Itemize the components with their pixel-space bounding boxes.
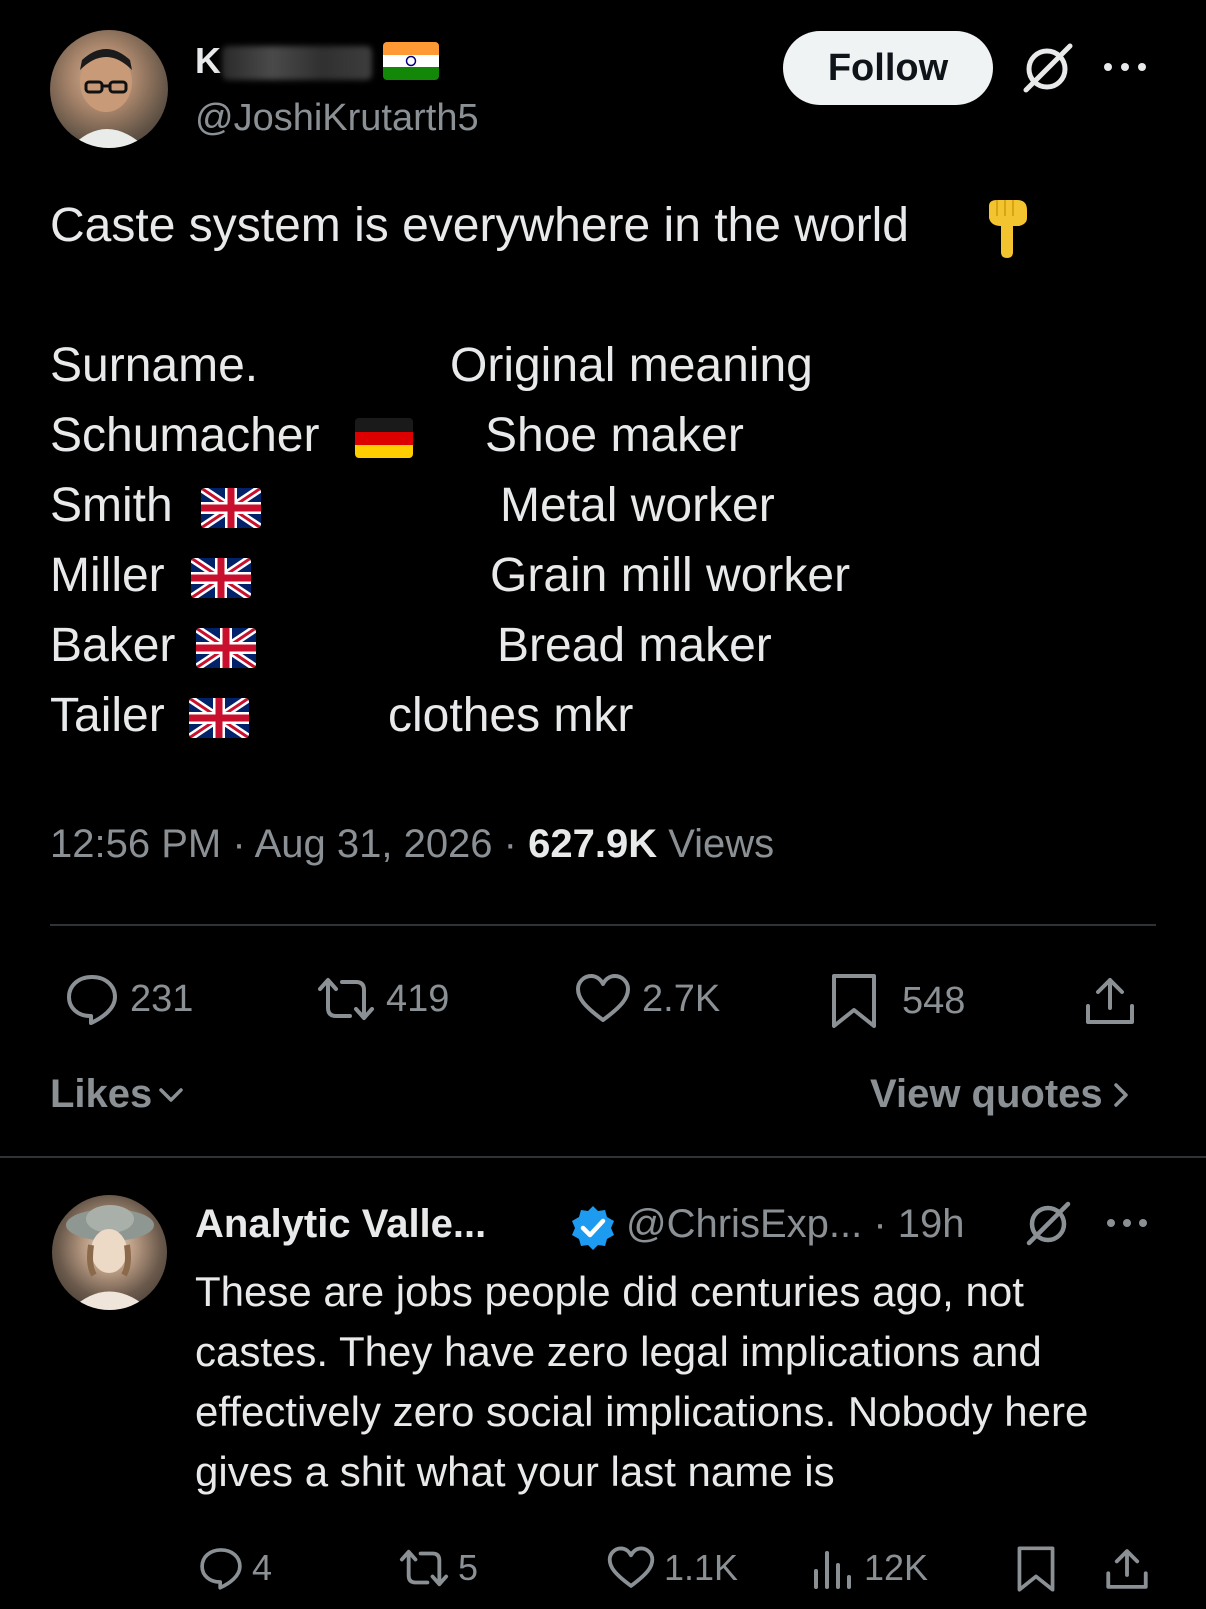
- tweet-meta: 12:56 PM · Aug 31, 2026 · 627.9K Views: [50, 822, 774, 867]
- germany-flag-icon: [355, 418, 413, 458]
- repost-button[interactable]: 419: [316, 972, 449, 1026]
- meta-separator: ·: [221, 822, 255, 866]
- author-handle[interactable]: @JoshiKrutarth5: [195, 97, 479, 140]
- likes-label: Likes: [50, 1072, 153, 1116]
- reply-icon: [67, 975, 117, 1025]
- repost-icon: [318, 978, 374, 1020]
- follow-button[interactable]: Follow: [783, 31, 993, 105]
- view-quotes-link[interactable]: View quotes: [870, 1072, 1133, 1117]
- heart-icon: [576, 974, 630, 1022]
- reply-author-avatar[interactable]: [52, 1195, 167, 1310]
- grok-icon[interactable]: [1020, 1196, 1076, 1252]
- table-header-meaning: Original meaning: [450, 339, 813, 392]
- share-icon: [1086, 978, 1134, 1024]
- reply-views-count: 12K: [864, 1547, 929, 1588]
- reply-text: These are jobs people did centuries ago,…: [195, 1268, 1089, 1495]
- author-avatar[interactable]: [50, 30, 168, 148]
- bookmark-icon: [1017, 1546, 1055, 1592]
- reply-repost-count: 5: [458, 1547, 479, 1588]
- surname-row: Baker: [50, 619, 176, 672]
- reply-icon: [200, 1548, 242, 1590]
- reply-author-name[interactable]: Analytic Valle...: [195, 1202, 486, 1247]
- like-button[interactable]: 2.7K: [574, 972, 720, 1026]
- uk-flag-icon: [201, 488, 261, 528]
- reply-views-button[interactable]: 12K: [810, 1545, 928, 1591]
- reply-like-count: 1.1K: [664, 1547, 739, 1588]
- divider: [0, 1156, 1206, 1158]
- table-header-surname: Surname.: [50, 339, 259, 392]
- tweet-date[interactable]: Aug 31, 2026: [255, 822, 493, 866]
- meaning-row: clothes mkr: [388, 689, 634, 742]
- repost-icon: [399, 1549, 449, 1587]
- divider: [50, 924, 1156, 926]
- like-count: 2.7K: [642, 977, 721, 1020]
- repost-count: 419: [386, 977, 450, 1020]
- tweet-time[interactable]: 12:56 PM: [50, 822, 221, 866]
- more-options-icon[interactable]: [1100, 52, 1150, 82]
- analytics-icon: [814, 1551, 851, 1589]
- reply-time[interactable]: · 19h: [862, 1202, 964, 1246]
- tweet-intro: Caste system is everywhere in the world: [50, 199, 909, 252]
- surname-row: Tailer: [50, 689, 165, 742]
- uk-flag-icon: [191, 558, 251, 598]
- view-quotes-label: View quotes: [870, 1072, 1103, 1116]
- reply-author-handle[interactable]: @ChrisExp...: [626, 1202, 862, 1246]
- india-flag-icon: [383, 42, 439, 80]
- share-icon: [1106, 1549, 1148, 1589]
- author-display-name[interactable]: K: [195, 40, 221, 82]
- uk-flag-icon: [189, 698, 249, 738]
- reply-author-handle-time: @ChrisExp... · 19h: [626, 1202, 965, 1247]
- grok-icon[interactable]: [1016, 38, 1078, 100]
- likes-link[interactable]: Likes: [50, 1072, 186, 1117]
- reply-repost-button[interactable]: 5: [398, 1545, 478, 1591]
- bookmark-button[interactable]: 548: [830, 972, 965, 1030]
- reply-bookmark-button[interactable]: [1016, 1545, 1064, 1593]
- reply-like-button[interactable]: 1.1K: [606, 1545, 738, 1591]
- meaning-row: Metal worker: [500, 479, 775, 532]
- meaning-row: Shoe maker: [485, 409, 744, 462]
- surname-row: Smith: [50, 479, 173, 532]
- chevron-right-icon: [1113, 1082, 1128, 1107]
- surname-row: Miller: [50, 549, 165, 602]
- reply-count: 231: [130, 977, 194, 1020]
- share-button[interactable]: [1083, 974, 1147, 1028]
- reply-button[interactable]: 231: [64, 972, 193, 1026]
- heart-icon: [607, 1546, 655, 1588]
- bookmark-count: 548: [902, 979, 966, 1022]
- uk-flag-icon: [196, 628, 256, 668]
- redacted-name-blur: [222, 46, 372, 80]
- bookmark-icon: [832, 974, 876, 1028]
- meta-separator: ·: [492, 822, 529, 866]
- reply-share-button[interactable]: [1104, 1545, 1158, 1593]
- pointing-down-icon: [983, 196, 1033, 260]
- verified-badge-icon: [569, 1204, 617, 1252]
- reply-reply-count: 4: [252, 1547, 273, 1588]
- surname-row: Schumacher: [50, 409, 320, 462]
- more-options-icon[interactable]: [1104, 1210, 1150, 1236]
- views-label: Views: [657, 822, 775, 866]
- meaning-row: Bread maker: [497, 619, 772, 672]
- views-count: 627.9K: [528, 822, 658, 866]
- chevron-down-icon: [159, 1087, 184, 1102]
- reply-reply-button[interactable]: 4: [198, 1545, 272, 1591]
- meaning-row: Grain mill worker: [490, 549, 851, 602]
